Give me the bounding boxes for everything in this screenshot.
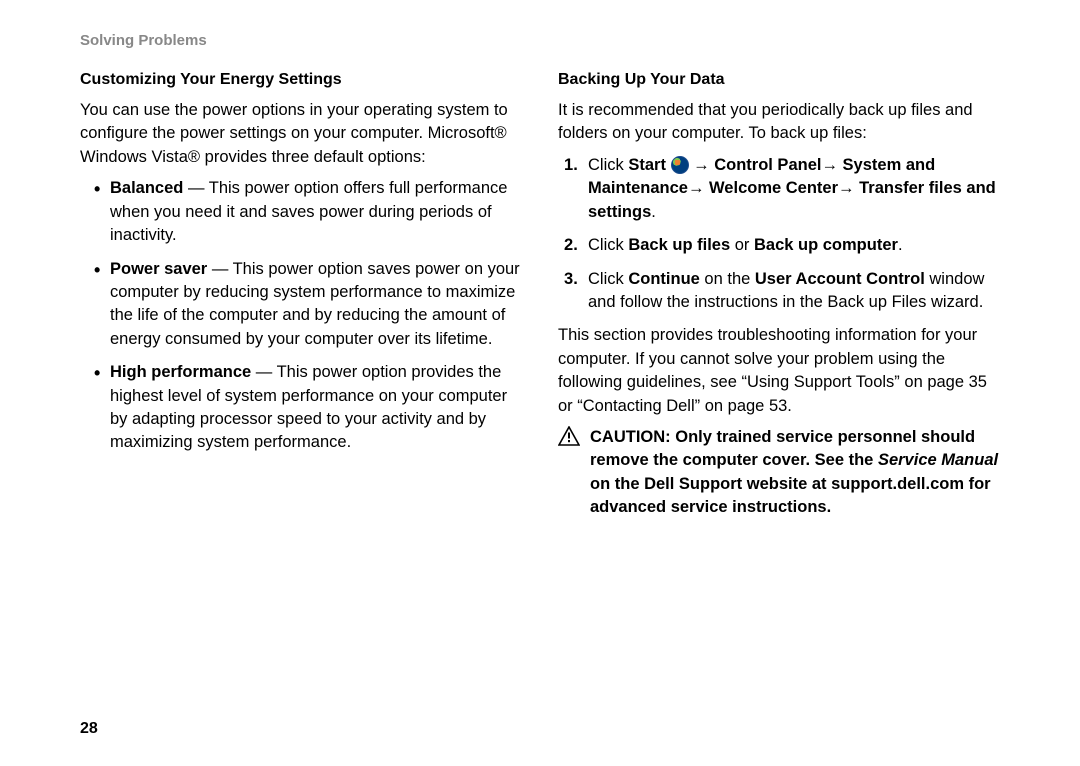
option-label: High performance	[110, 363, 251, 381]
left-column: Customizing Your Energy Settings You can…	[80, 71, 522, 520]
option-label: Balanced	[110, 179, 183, 197]
step-item: Click Continue on the User Account Contr…	[588, 268, 1000, 315]
troubleshoot-text: This section provides troubleshooting in…	[558, 324, 1000, 418]
right-column: Backing Up Your Data It is recommended t…	[558, 71, 1000, 520]
list-item: High performance — This power option pro…	[110, 361, 522, 455]
step-text: Click	[588, 236, 628, 254]
step-bold: Back up files	[628, 236, 730, 254]
energy-options-list: Balanced — This power option offers full…	[80, 177, 522, 455]
step-text: on the	[700, 270, 755, 288]
step-text: Click	[588, 270, 628, 288]
step-text: .	[651, 203, 656, 221]
windows-start-icon	[671, 156, 689, 174]
step-text: .	[898, 236, 903, 254]
step-item: Click Back up files or Back up computer.	[588, 234, 1000, 257]
list-item: Balanced — This power option offers full…	[110, 177, 522, 247]
step-bold: Continue	[628, 270, 700, 288]
step-bold: Back up computer	[754, 236, 898, 254]
caution-icon	[558, 426, 580, 446]
list-item: Power saver — This power option saves po…	[110, 258, 522, 352]
service-manual: Service Manual	[878, 451, 998, 469]
energy-intro: You can use the power options in your op…	[80, 99, 522, 169]
energy-heading: Customizing Your Energy Settings	[80, 71, 522, 89]
step-bold: User Account Control	[755, 270, 925, 288]
step-text: or	[730, 236, 754, 254]
backup-heading: Backing Up Your Data	[558, 71, 1000, 89]
backup-intro: It is recommended that you periodically …	[558, 99, 1000, 146]
content-columns: Customizing Your Energy Settings You can…	[80, 71, 1000, 520]
step-item: Click Start → Control Panel→ System and …	[588, 154, 1000, 224]
option-label: Power saver	[110, 260, 207, 278]
step-bold: Start	[628, 156, 670, 174]
caution-part: on the Dell Support website at support.d…	[590, 475, 991, 516]
step-text: Click	[588, 156, 628, 174]
caution-block: CAUTION: Only trained service personnel …	[558, 426, 1000, 520]
backup-steps: Click Start → Control Panel→ System and …	[558, 154, 1000, 315]
caution-text: CAUTION: Only trained service personnel …	[590, 426, 1000, 520]
page-header: Solving Problems	[80, 32, 1000, 49]
page-number: 28	[80, 720, 98, 738]
